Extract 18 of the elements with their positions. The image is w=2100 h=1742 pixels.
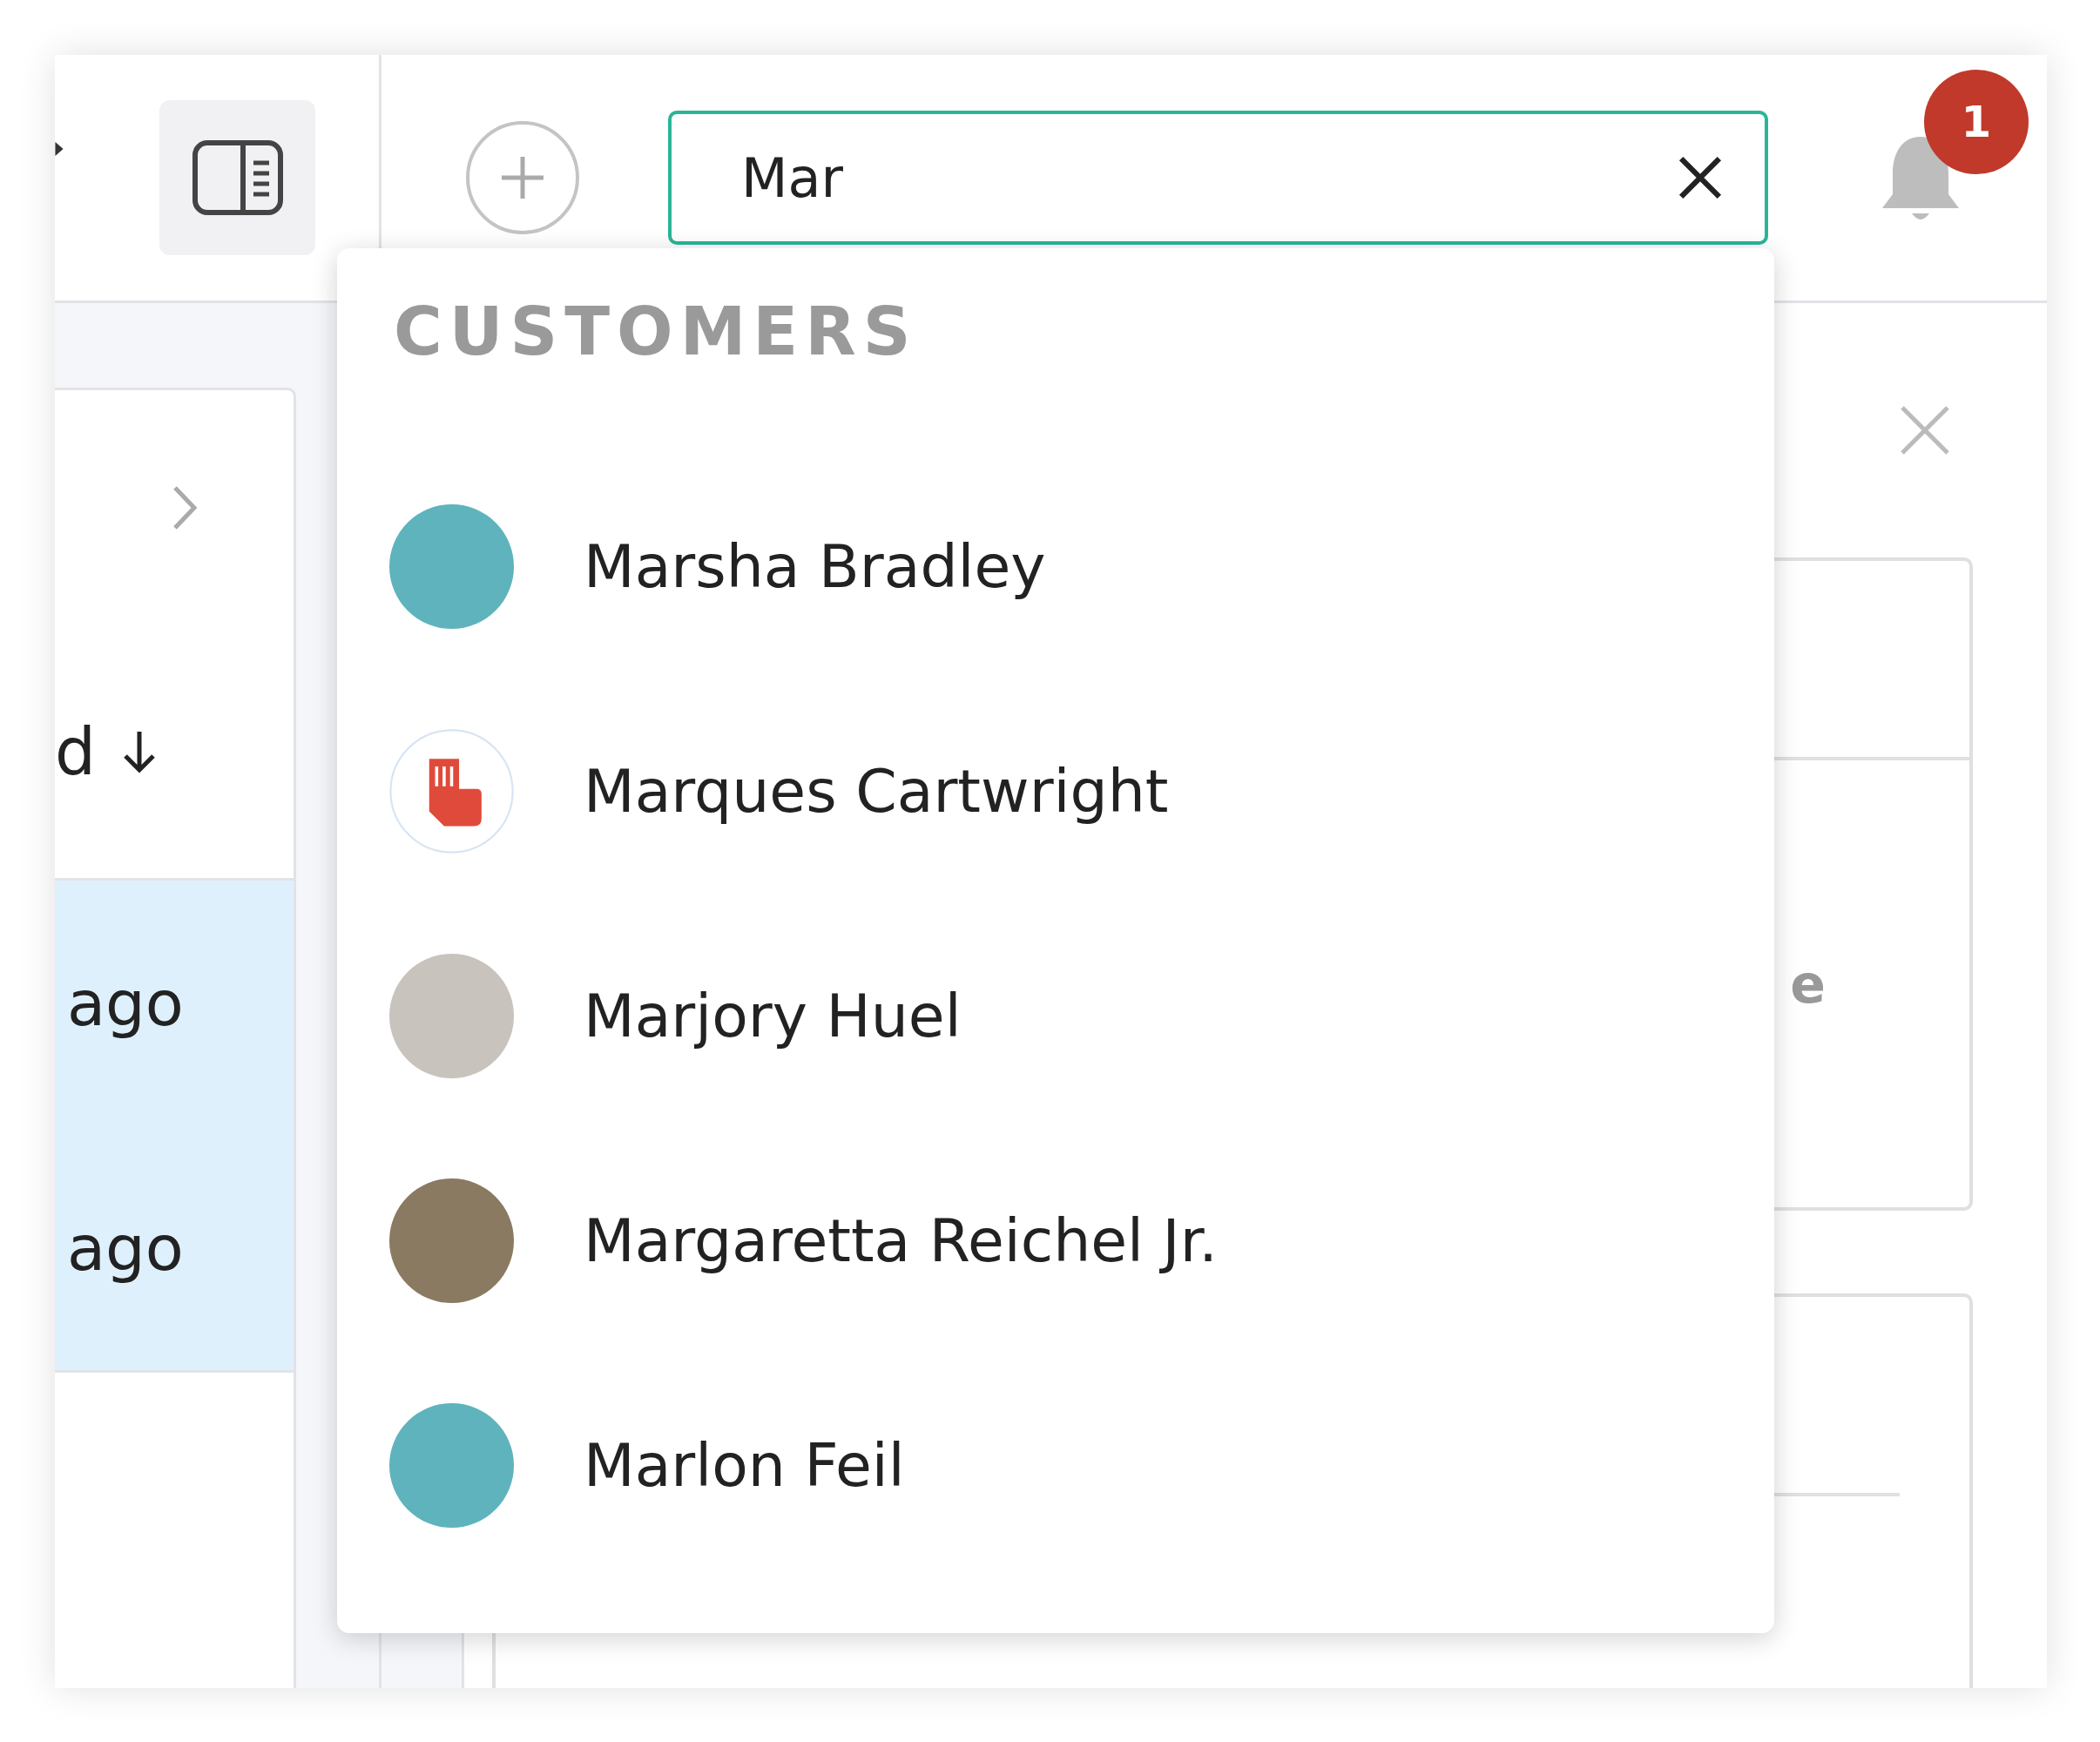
customer-item[interactable]: Marlon Feil [389,1353,1774,1577]
sort-label[interactable]: d [55,719,96,784]
customer-item[interactable]: Marjory Huel [389,903,1774,1128]
panel-toggle-button[interactable] [159,100,315,255]
customer-item[interactable]: Marques Cartwright [389,679,1774,903]
list-row[interactable]: ago [55,1125,294,1373]
section-heading: CUSTOMERS [393,292,919,372]
arrow-down-icon[interactable] [122,730,157,773]
customer-item[interactable]: Marsha Bradley [389,454,1774,679]
list-row[interactable]: ago [55,881,294,1125]
search-field[interactable]: Mar [668,111,1768,245]
caret-icon [55,142,64,156]
hand-logo-icon [389,728,514,854]
clear-icon[interactable] [1678,155,1723,200]
customer-item[interactable]: Margaretta Reichel Jr. [389,1128,1774,1353]
notification-badge: 1 [1924,70,2029,174]
sidebar-icon [192,140,283,215]
detail-text: e [1790,953,1826,1015]
